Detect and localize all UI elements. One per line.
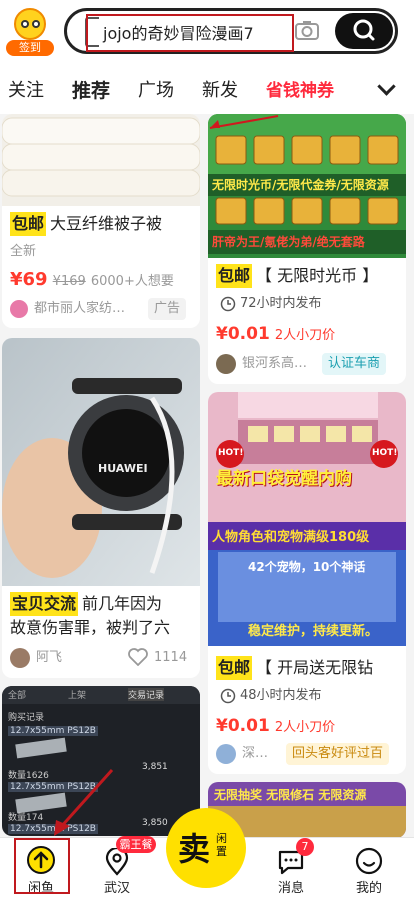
promo-badge: 霸王餐 — [116, 836, 156, 853]
unread-count-badge: 7 — [296, 838, 314, 856]
nav-me[interactable]: 我的 — [334, 838, 404, 898]
nav-wuhan[interactable]: 霸王餐 武汉 — [82, 836, 156, 898]
nav-label: 我的 — [355, 881, 382, 896]
sell-sublabel: 闲置 — [216, 832, 227, 858]
sell-button[interactable]: 卖 闲置 — [166, 808, 246, 888]
profile-face-icon — [355, 847, 383, 875]
annotation-arrows — [54, 768, 114, 836]
nav-label: 武汉 — [103, 881, 130, 896]
annotation-box-nav — [14, 838, 70, 894]
sell-label: 卖 — [178, 830, 211, 868]
nav-messages[interactable]: 7 消息 — [256, 838, 326, 898]
nav-label: 消息 — [277, 881, 304, 896]
